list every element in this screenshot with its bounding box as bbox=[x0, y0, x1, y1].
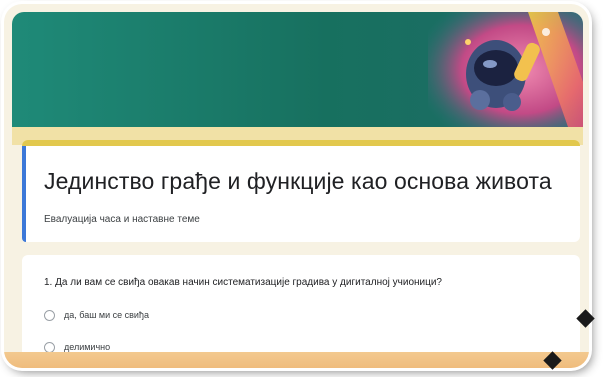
answer-option[interactable]: да, баш ми се свиђа bbox=[44, 307, 149, 323]
form-header-banner bbox=[12, 12, 583, 127]
radio-unchecked-icon[interactable] bbox=[44, 341, 55, 353]
astronaut-illustration bbox=[428, 12, 583, 127]
form-title-card: Јединство грађе и функције као основа жи… bbox=[22, 140, 580, 242]
page-footer-band bbox=[4, 352, 589, 368]
answer-option-label: делимично bbox=[64, 342, 111, 352]
form-description: Евалуација часа и наставне теме bbox=[44, 214, 200, 225]
title-card-accent bbox=[22, 146, 26, 242]
screenshot-frame: Јединство грађе и функције као основа жи… bbox=[4, 4, 589, 368]
question-text: 1. Да ли вам се свиђа овакав начин систе… bbox=[44, 277, 442, 288]
radio-unchecked-icon[interactable] bbox=[44, 309, 55, 321]
answer-option-label: да, баш ми се свиђа bbox=[64, 310, 149, 320]
form-title: Јединство грађе и функције као основа жи… bbox=[44, 168, 552, 194]
